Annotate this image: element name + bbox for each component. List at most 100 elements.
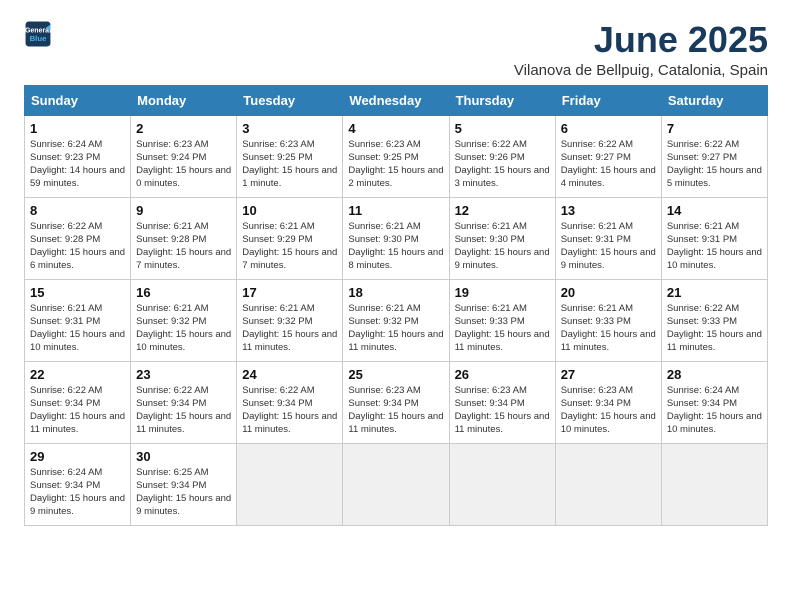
calendar-cell: 21 Sunrise: 6:22 AMSunset: 9:33 PMDayligh… <box>661 279 767 361</box>
day-number: 15 <box>30 285 125 300</box>
day-info: Sunrise: 6:22 AMSunset: 9:28 PMDaylight:… <box>30 220 125 273</box>
calendar-cell: 14 Sunrise: 6:21 AMSunset: 9:31 PMDayligh… <box>661 197 767 279</box>
day-info: Sunrise: 6:21 AMSunset: 9:31 PMDaylight:… <box>30 302 125 355</box>
day-info: Sunrise: 6:22 AMSunset: 9:27 PMDaylight:… <box>561 138 656 191</box>
day-info: Sunrise: 6:21 AMSunset: 9:32 PMDaylight:… <box>242 302 337 355</box>
day-number: 29 <box>30 449 125 464</box>
day-number: 4 <box>348 121 443 136</box>
day-info: Sunrise: 6:23 AMSunset: 9:25 PMDaylight:… <box>242 138 337 191</box>
calendar-week-5: 29 Sunrise: 6:24 AMSunset: 9:34 PMDayligh… <box>25 443 768 525</box>
calendar-cell: 6 Sunrise: 6:22 AMSunset: 9:27 PMDaylight… <box>555 115 661 197</box>
day-number: 14 <box>667 203 762 218</box>
calendar-cell: 16 Sunrise: 6:21 AMSunset: 9:32 PMDayligh… <box>131 279 237 361</box>
day-info: Sunrise: 6:22 AMSunset: 9:34 PMDaylight:… <box>242 384 337 437</box>
calendar-header-row: SundayMondayTuesdayWednesdayThursdayFrid… <box>25 85 768 115</box>
day-info: Sunrise: 6:22 AMSunset: 9:33 PMDaylight:… <box>667 302 762 355</box>
calendar-cell: 15 Sunrise: 6:21 AMSunset: 9:31 PMDayligh… <box>25 279 131 361</box>
day-info: Sunrise: 6:21 AMSunset: 9:33 PMDaylight:… <box>561 302 656 355</box>
day-info: Sunrise: 6:21 AMSunset: 9:28 PMDaylight:… <box>136 220 231 273</box>
day-info: Sunrise: 6:21 AMSunset: 9:30 PMDaylight:… <box>348 220 443 273</box>
calendar-cell <box>343 443 449 525</box>
calendar-cell: 22 Sunrise: 6:22 AMSunset: 9:34 PMDayligh… <box>25 361 131 443</box>
calendar-cell <box>237 443 343 525</box>
day-number: 18 <box>348 285 443 300</box>
calendar-cell: 3 Sunrise: 6:23 AMSunset: 9:25 PMDaylight… <box>237 115 343 197</box>
calendar-week-3: 15 Sunrise: 6:21 AMSunset: 9:31 PMDayligh… <box>25 279 768 361</box>
day-info: Sunrise: 6:24 AMSunset: 9:34 PMDaylight:… <box>30 466 125 519</box>
calendar-week-4: 22 Sunrise: 6:22 AMSunset: 9:34 PMDayligh… <box>25 361 768 443</box>
day-info: Sunrise: 6:23 AMSunset: 9:24 PMDaylight:… <box>136 138 231 191</box>
day-number: 24 <box>242 367 337 382</box>
calendar-cell: 28 Sunrise: 6:24 AMSunset: 9:34 PMDayligh… <box>661 361 767 443</box>
calendar-cell: 27Sunrise: 6:23 AMSunset: 9:34 PMDayligh… <box>555 361 661 443</box>
day-info: Sunrise: 6:21 AMSunset: 9:33 PMDaylight:… <box>455 302 550 355</box>
day-info: Sunrise: 6:25 AMSunset: 9:34 PMDaylight:… <box>136 466 231 519</box>
day-number: 13 <box>561 203 656 218</box>
column-header-monday: Monday <box>131 85 237 115</box>
calendar-cell: 19Sunrise: 6:21 AMSunset: 9:33 PMDayligh… <box>449 279 555 361</box>
logo-icon: General Blue <box>24 20 52 48</box>
day-number: 8 <box>30 203 125 218</box>
calendar-cell: 9 Sunrise: 6:21 AMSunset: 9:28 PMDaylight… <box>131 197 237 279</box>
page-header: General Blue June 2025 Vilanova de Bellp… <box>24 20 768 79</box>
calendar-cell: 25 Sunrise: 6:23 AMSunset: 9:34 PMDayligh… <box>343 361 449 443</box>
day-info: Sunrise: 6:23 AMSunset: 9:25 PMDaylight:… <box>348 138 443 191</box>
calendar-cell: 26Sunrise: 6:23 AMSunset: 9:34 PMDayligh… <box>449 361 555 443</box>
calendar-cell: 1 Sunrise: 6:24 AMSunset: 9:23 PMDaylight… <box>25 115 131 197</box>
day-number: 16 <box>136 285 231 300</box>
calendar-cell: 4 Sunrise: 6:23 AMSunset: 9:25 PMDaylight… <box>343 115 449 197</box>
calendar-cell: 8 Sunrise: 6:22 AMSunset: 9:28 PMDaylight… <box>25 197 131 279</box>
title-area: June 2025 Vilanova de Bellpuig, Cataloni… <box>514 20 768 79</box>
day-info: Sunrise: 6:22 AMSunset: 9:26 PMDaylight:… <box>455 138 550 191</box>
day-info: Sunrise: 6:21 AMSunset: 9:31 PMDaylight:… <box>561 220 656 273</box>
calendar-week-2: 8 Sunrise: 6:22 AMSunset: 9:28 PMDaylight… <box>25 197 768 279</box>
month-title: June 2025 <box>514 20 768 60</box>
day-info: Sunrise: 6:24 AMSunset: 9:23 PMDaylight:… <box>30 138 125 191</box>
day-info: Sunrise: 6:24 AMSunset: 9:34 PMDaylight:… <box>667 384 762 437</box>
column-header-sunday: Sunday <box>25 85 131 115</box>
calendar-cell: 30 Sunrise: 6:25 AMSunset: 9:34 PMDayligh… <box>131 443 237 525</box>
calendar-cell: 5 Sunrise: 6:22 AMSunset: 9:26 PMDaylight… <box>449 115 555 197</box>
calendar-cell: 18 Sunrise: 6:21 AMSunset: 9:32 PMDayligh… <box>343 279 449 361</box>
day-number: 3 <box>242 121 337 136</box>
day-number: 22 <box>30 367 125 382</box>
column-header-thursday: Thursday <box>449 85 555 115</box>
calendar-body: 1 Sunrise: 6:24 AMSunset: 9:23 PMDaylight… <box>25 115 768 525</box>
day-info: Sunrise: 6:22 AMSunset: 9:34 PMDaylight:… <box>30 384 125 437</box>
day-info: Sunrise: 6:21 AMSunset: 9:29 PMDaylight:… <box>242 220 337 273</box>
calendar-cell: 29 Sunrise: 6:24 AMSunset: 9:34 PMDayligh… <box>25 443 131 525</box>
day-number: 28 <box>667 367 762 382</box>
day-number: 26 <box>455 367 550 382</box>
calendar-cell <box>661 443 767 525</box>
day-number: 27 <box>561 367 656 382</box>
day-number: 9 <box>136 203 231 218</box>
day-number: 25 <box>348 367 443 382</box>
calendar-cell: 23Sunrise: 6:22 AMSunset: 9:34 PMDayligh… <box>131 361 237 443</box>
column-header-tuesday: Tuesday <box>237 85 343 115</box>
calendar-cell: 17 Sunrise: 6:21 AMSunset: 9:32 PMDayligh… <box>237 279 343 361</box>
day-info: Sunrise: 6:21 AMSunset: 9:32 PMDaylight:… <box>348 302 443 355</box>
day-number: 6 <box>561 121 656 136</box>
day-number: 23 <box>136 367 231 382</box>
calendar-cell: 2 Sunrise: 6:23 AMSunset: 9:24 PMDaylight… <box>131 115 237 197</box>
day-number: 17 <box>242 285 337 300</box>
day-number: 12 <box>455 203 550 218</box>
day-number: 2 <box>136 121 231 136</box>
day-number: 21 <box>667 285 762 300</box>
day-info: Sunrise: 6:22 AMSunset: 9:27 PMDaylight:… <box>667 138 762 191</box>
column-header-saturday: Saturday <box>661 85 767 115</box>
day-info: Sunrise: 6:21 AMSunset: 9:32 PMDaylight:… <box>136 302 231 355</box>
day-number: 5 <box>455 121 550 136</box>
calendar-cell <box>449 443 555 525</box>
calendar-cell <box>555 443 661 525</box>
calendar-cell: 20Sunrise: 6:21 AMSunset: 9:33 PMDayligh… <box>555 279 661 361</box>
column-header-wednesday: Wednesday <box>343 85 449 115</box>
day-number: 10 <box>242 203 337 218</box>
location-title: Vilanova de Bellpuig, Catalonia, Spain <box>514 62 768 79</box>
day-info: Sunrise: 6:21 AMSunset: 9:31 PMDaylight:… <box>667 220 762 273</box>
day-info: Sunrise: 6:23 AMSunset: 9:34 PMDaylight:… <box>348 384 443 437</box>
day-info: Sunrise: 6:21 AMSunset: 9:30 PMDaylight:… <box>455 220 550 273</box>
day-number: 30 <box>136 449 231 464</box>
calendar-cell: 11Sunrise: 6:21 AMSunset: 9:30 PMDayligh… <box>343 197 449 279</box>
day-number: 1 <box>30 121 125 136</box>
